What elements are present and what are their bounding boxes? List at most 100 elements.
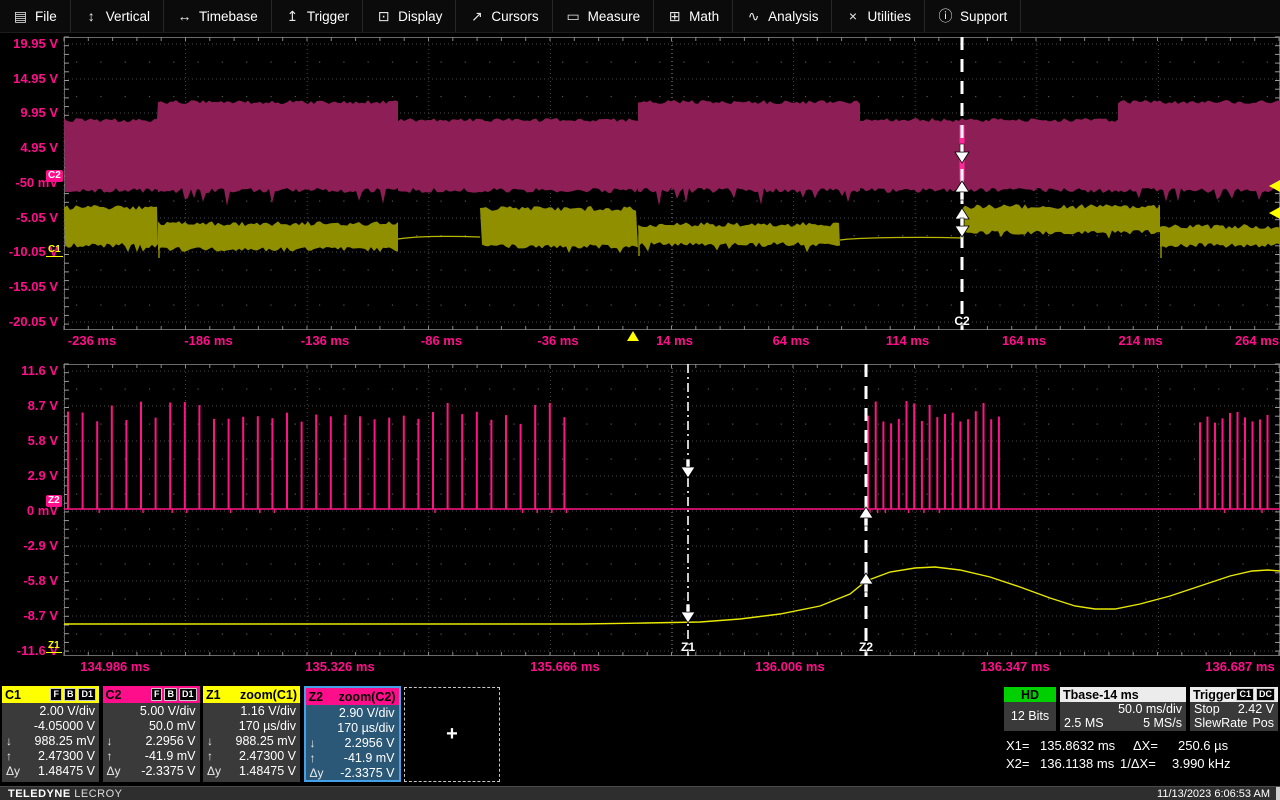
descriptor-title: Z1 — [206, 687, 221, 702]
descriptor-title: C1 — [5, 687, 21, 702]
top-x-axis-label: -186 ms — [184, 333, 233, 348]
top-x-axis-label: 264 ms — [1234, 333, 1280, 348]
timebase-samples: 2.5 MS — [1064, 716, 1104, 730]
top-cursor-label: C2 — [954, 314, 970, 328]
timebase-scale: 50.0 ms/div — [1118, 702, 1182, 716]
c2-trace[interactable] — [64, 100, 1280, 206]
z1-trace[interactable] — [64, 566, 1280, 625]
c1-trace[interactable] — [480, 206, 638, 254]
descriptor-header: C2 F B D1 — [102, 686, 200, 703]
x2-value: 136.1138 ms — [1040, 756, 1115, 771]
descriptor-row: 2.90 V/div — [306, 705, 399, 720]
zoom-x-axis-label: 136.347 ms — [980, 659, 1050, 674]
c2-offset-marker[interactable]: C2 — [46, 170, 63, 182]
descriptor-badges: F B D1 — [50, 688, 96, 701]
timebase-box[interactable]: Tbase -14 ms 50.0 ms/div 2.5 MS 5 MS/s — [1060, 687, 1186, 731]
invdx-value: 3.990 kHz — [1172, 756, 1231, 771]
top-x-axis-label: -36 ms — [537, 333, 579, 348]
dx-label: ΔX= — [1133, 738, 1158, 753]
zoom-x-axis-label: 136.687 ms — [1205, 659, 1275, 674]
top-y-axis-label: -5.05 V — [16, 210, 58, 225]
descriptor-row: 1.16 V/div — [203, 703, 300, 718]
zoom-y-axis-label: 11.6 V — [21, 363, 58, 378]
descriptor-row-value: 2.90 V/div — [338, 705, 395, 720]
brand-logo: TELEDYNE LECROY — [8, 788, 123, 800]
top-x-axis-label: 14 ms — [656, 333, 693, 348]
descriptor-row: 5.00 V/div — [103, 703, 200, 718]
hd-mode-title: HD — [1004, 687, 1056, 702]
zoom-x-axis-label: 134.986 ms — [80, 659, 150, 674]
trigger-time-marker[interactable] — [627, 331, 639, 341]
trigger-box[interactable]: Trigger C1 DC Stop 2.42 V SlewRate Pos — [1190, 687, 1278, 731]
invdx-label: 1/ΔX= — [1120, 756, 1156, 771]
z2-offset-marker[interactable]: Z2 — [46, 495, 62, 507]
c1-trace[interactable] — [1160, 224, 1280, 248]
zoom-cursor2-label: Z2 — [858, 640, 874, 654]
timebase-offset: -14 ms — [1099, 687, 1139, 702]
descriptor-title: C2 — [105, 687, 122, 702]
descriptor-row: 50.0 mV — [103, 718, 200, 733]
hd-bits: 12 Bits — [1010, 708, 1050, 723]
top-x-axis-label: 64 ms — [772, 333, 810, 348]
descriptor-header: Z2 zoom(C2) — [305, 688, 399, 705]
x2-label: X2= — [1006, 756, 1030, 771]
descriptor-row-value: 1.16 V/div — [240, 703, 296, 718]
descriptor-row: 170 µs/div — [306, 720, 399, 735]
c1-trace[interactable] — [962, 204, 1160, 239]
status-bar: TELEDYNE LECROY 11/13/2023 6:06:53 AM — [0, 786, 1280, 800]
trigger-level-arrow[interactable] — [1269, 207, 1280, 219]
descriptor-subtitle: zoom(C2) — [338, 689, 396, 704]
top-x-axis-label: 214 ms — [1118, 333, 1163, 348]
x1-label: X1= — [1006, 738, 1030, 753]
top-x-axis-label: 114 ms — [885, 333, 930, 348]
datetime: 11/13/2023 6:06:53 AM — [1157, 788, 1270, 800]
trigger-badge-dc: DC — [1256, 688, 1275, 701]
zoom-cursor1-label: Z1 — [680, 640, 696, 654]
zoom-y-axis-label: 8.7 V — [27, 398, 58, 413]
cursor-readout-row1: X1= 135.8632 ms ΔX= 250.6 µs — [0, 738, 1280, 753]
timebase-rate: 5 MS/s — [1143, 716, 1182, 730]
descriptor-badge-f: F — [50, 688, 62, 701]
top-x-axis-label: -136 ms — [300, 333, 350, 348]
top-y-axis-label: -15.05 V — [8, 279, 58, 294]
trigger-type: SlewRate — [1194, 716, 1248, 730]
zoom-y-axis-label: -5.8 V — [23, 573, 58, 588]
waveform-display — [63, 36, 1280, 656]
descriptor-row-value: 50.0 mV — [148, 718, 196, 733]
top-y-axis-label: 9.95 V — [20, 105, 58, 120]
hd-mode-box[interactable]: HD 12 Bits — [1004, 687, 1056, 731]
top-x-axis-label: 164 ms — [1001, 333, 1047, 348]
descriptor-row: -4.05000 V — [2, 718, 99, 733]
descriptor-row: 170 µs/div — [203, 718, 300, 733]
c1-trace[interactable] — [638, 222, 840, 253]
descriptor-header: C1 F B D1 — [2, 686, 99, 703]
zoom-y-axis-label: 5.8 V — [27, 433, 58, 448]
descriptor-badge-b: B — [63, 688, 77, 701]
top-x-axis-label: -236 ms — [67, 333, 117, 348]
c1-trace[interactable] — [64, 205, 158, 253]
descriptor-title: Z2 — [308, 689, 324, 704]
descriptor-badge-d1: D1 — [178, 688, 197, 701]
descriptor-header: Z1 zoom(C1) — [203, 686, 300, 703]
zoom-x-axis-label: 135.326 ms — [305, 659, 375, 674]
descriptor-row-value: 2.00 V/div — [39, 703, 95, 718]
z1-offset-marker[interactable]: Z1 — [46, 640, 62, 653]
c1-trace[interactable] — [158, 221, 398, 252]
c1-offset-marker[interactable]: C1 — [46, 244, 63, 257]
descriptor-row-value: -4.05000 V — [33, 718, 95, 733]
descriptor-row: 2.00 V/div — [2, 703, 99, 718]
zoom-x-axis-label: 136.006 ms — [755, 659, 825, 674]
oscilloscope-app: ▤ File ↕ Vertical ↔ Timebase ↥ Trigger ⊡ Display ↗… — [0, 0, 1280, 800]
descriptor-row-value: 5.00 V/div — [139, 703, 196, 718]
trigger-slope: Pos — [1252, 716, 1274, 730]
descriptor-badges: F B D1 — [150, 688, 197, 701]
trigger-title: Trigger — [1193, 687, 1236, 702]
descriptor-badge-d1: D1 — [78, 688, 96, 701]
x1-value: 135.8632 ms — [1040, 738, 1116, 753]
cursor-readout-row2: X2= 136.1138 ms 1/ΔX= 3.990 kHz — [0, 756, 1280, 771]
top-x-axis-label: -86 ms — [420, 333, 463, 348]
descriptor-row-value: 170 µs/div — [238, 718, 296, 733]
trigger-badge-c1: C1 — [1236, 688, 1254, 701]
timebase-title: Tbase — [1063, 687, 1100, 702]
top-y-axis-label: 14.95 V — [13, 71, 58, 86]
